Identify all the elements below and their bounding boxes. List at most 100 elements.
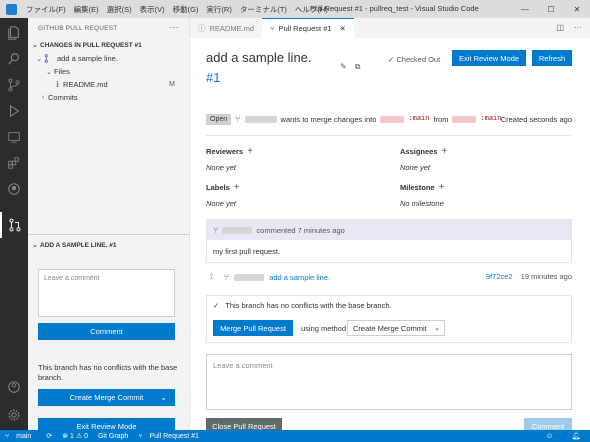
feedback-icon[interactable]: ☺ (541, 431, 559, 440)
labels-label: Labels + (206, 182, 240, 193)
menu-file[interactable]: ファイル(F) (22, 4, 70, 15)
more-actions-icon[interactable]: ··· (169, 22, 179, 32)
pull-request-icon: ⑂ (223, 272, 230, 282)
commit-author[interactable] (234, 273, 265, 281)
sidebar-comment-button[interactable]: Comment (38, 323, 175, 340)
source-control-icon[interactable] (0, 72, 28, 98)
add-reviewer-icon[interactable]: + (247, 146, 253, 157)
account-icon[interactable] (0, 374, 28, 400)
close-icon[interactable]: ✕ (564, 0, 590, 18)
branch-item[interactable]: ⑂ main (0, 433, 41, 440)
check-icon: ✓ (213, 301, 220, 310)
pr-overview: add a sample line. #1 ✎ ⧉ ✓ Checked Out … (190, 38, 590, 434)
comment-textarea[interactable]: Leave a comment (206, 354, 572, 410)
check-icon: ✓ (388, 55, 395, 64)
notifications-icon[interactable]: 🔔︎ (566, 431, 586, 440)
edit-icon[interactable]: ✎ (340, 62, 347, 72)
reviewers-label: Reviewers + (206, 146, 253, 157)
labels-label-text: Labels (206, 183, 230, 192)
menu-view[interactable]: 表示(V) (136, 4, 169, 15)
tree-item-commits[interactable]: › Commits (28, 91, 189, 104)
merge-method-select[interactable]: Create Merge Commit ⌄ (347, 320, 445, 336)
minimize-icon[interactable]: — (512, 0, 538, 18)
settings-gear-icon[interactable] (0, 402, 28, 428)
vscode-logo-icon (0, 0, 22, 18)
run-debug-icon[interactable] (0, 98, 28, 124)
tree-item-readme-label: README.md (63, 80, 108, 89)
pull-request-icon[interactable] (0, 212, 28, 238)
commit-row: ⟟ ⑂ add a sample line. 9f72ce2 19 minute… (206, 270, 572, 284)
modified-badge: M (169, 81, 175, 88)
author-avatar[interactable] (244, 115, 277, 123)
window-title: Pull Request #1 - pullreq_test - Visual … (310, 4, 479, 13)
reviewers-value: None yet (206, 163, 237, 172)
markdown-file-icon: ℹ (56, 80, 60, 89)
comment-body: my first pull request. (213, 247, 281, 256)
copy-icon[interactable]: ⧉ (355, 62, 361, 72)
menu-terminal[interactable]: ターミナル(T) (236, 4, 291, 15)
using-method-label: using method (301, 324, 347, 333)
menu-edit[interactable]: 編集(E) (70, 4, 103, 15)
checked-out-status: ✓ Checked Out (388, 55, 440, 64)
title-bar: ファイル(F) 編集(E) 選択(S) 表示(V) 移動(G) 実行(R) ター… (0, 0, 590, 18)
menu-run[interactable]: 実行(R) (202, 4, 235, 15)
base-owner (380, 115, 405, 123)
sidebar-comment-input[interactable]: Leave a comment (38, 269, 175, 317)
merge-pull-request-button[interactable]: Merge Pull Request (213, 320, 293, 336)
explorer-icon[interactable] (0, 20, 28, 46)
problems-item[interactable]: ⊗ 1 ⚠ 0 (57, 432, 93, 440)
sidebar-title: GITHUB PULL REQUEST (38, 24, 118, 32)
refresh-button[interactable]: Refresh (532, 50, 572, 66)
menu-go[interactable]: 移動(G) (169, 4, 203, 15)
add-milestone-icon[interactable]: + (439, 182, 445, 193)
add-assignee-icon[interactable]: + (442, 146, 448, 157)
info-icon: ⓘ (198, 23, 206, 33)
pull-request-icon (44, 54, 48, 63)
pr-status-line: Open ⑂ wants to merge changes into :main… (206, 112, 501, 126)
add-label-icon[interactable]: + (234, 182, 240, 193)
sync-icon[interactable]: ⟳ (41, 432, 57, 440)
more-actions-icon[interactable]: ··· (574, 23, 582, 32)
exit-review-mode-button[interactable]: Exit Review Mode (452, 50, 526, 66)
pull-request-icon: ⑂ (270, 24, 275, 33)
activity-bar (0, 18, 28, 430)
menu-selection[interactable]: 選択(S) (103, 4, 136, 15)
maximize-icon[interactable]: ☐ (538, 0, 564, 18)
tab-pull-request[interactable]: ⑂ Pull Request #1 ✕ (262, 18, 354, 38)
pr-status-label: Pull Request #1 (149, 432, 199, 440)
tree-item-readme[interactable]: ℹ README.md M (28, 78, 189, 91)
pr-status-item[interactable]: ⑂ Pull Request #1 (133, 433, 209, 440)
changes-section-header[interactable]: ⌄ CHANGES IN PULL REQUEST #1 (28, 38, 189, 52)
search-icon[interactable] (0, 46, 28, 72)
merge-card: ✓ This branch has no conflicts with the … (206, 295, 572, 343)
chevron-down-icon: ⌄ (36, 55, 42, 63)
tree-item-files[interactable]: ⌄ Files (28, 65, 189, 78)
assignees-label-text: Assignees (400, 147, 438, 156)
chevron-down-icon[interactable]: ⌄ (160, 393, 167, 402)
remote-explorer-icon[interactable] (0, 124, 28, 150)
commenter-avatar[interactable] (222, 226, 253, 234)
close-tab-icon[interactable]: ✕ (340, 24, 346, 33)
github-icon[interactable] (0, 176, 28, 202)
tab-readme-label: README.md (209, 23, 255, 33)
head-branch: :main (480, 115, 502, 123)
comment-card: ⑂ commented 7 minutes ago my first pull … (206, 219, 572, 263)
pr-panel-header[interactable]: ⌄ ADD A SAMPLE LINE. #1 (28, 238, 190, 252)
create-merge-commit-button[interactable]: Create Merge Commit ⌄ (38, 389, 175, 406)
git-graph-item[interactable]: Git Graph (93, 433, 133, 440)
assignees-label: Assignees + (400, 146, 447, 157)
changes-section-title: CHANGES IN PULL REQUEST #1 (40, 41, 142, 49)
chevron-down-icon: ⌄ (46, 68, 52, 76)
extensions-icon[interactable] (0, 150, 28, 176)
tree-item-pr[interactable]: ⌄ add a sample line. (28, 52, 189, 65)
tab-readme[interactable]: ⓘ README.md (190, 18, 262, 38)
tab-pull-request-label: Pull Request #1 (278, 24, 332, 33)
tree-item-pr-label: add a sample line. (57, 54, 118, 63)
merge-method-value: Create Merge Commit (353, 323, 427, 333)
editor-area: ⓘ README.md ⑂ Pull Request #1 ✕ ◫ ··· ad… (190, 18, 590, 434)
tab-bar: ⓘ README.md ⑂ Pull Request #1 ✕ ◫ ··· (190, 18, 590, 38)
commit-hash-link[interactable]: 9f72ce2 (486, 272, 513, 281)
split-editor-icon[interactable]: ◫ (556, 23, 564, 32)
commit-message-link[interactable]: add a sample line. (269, 273, 330, 282)
milestone-value: No milestone (400, 199, 444, 208)
